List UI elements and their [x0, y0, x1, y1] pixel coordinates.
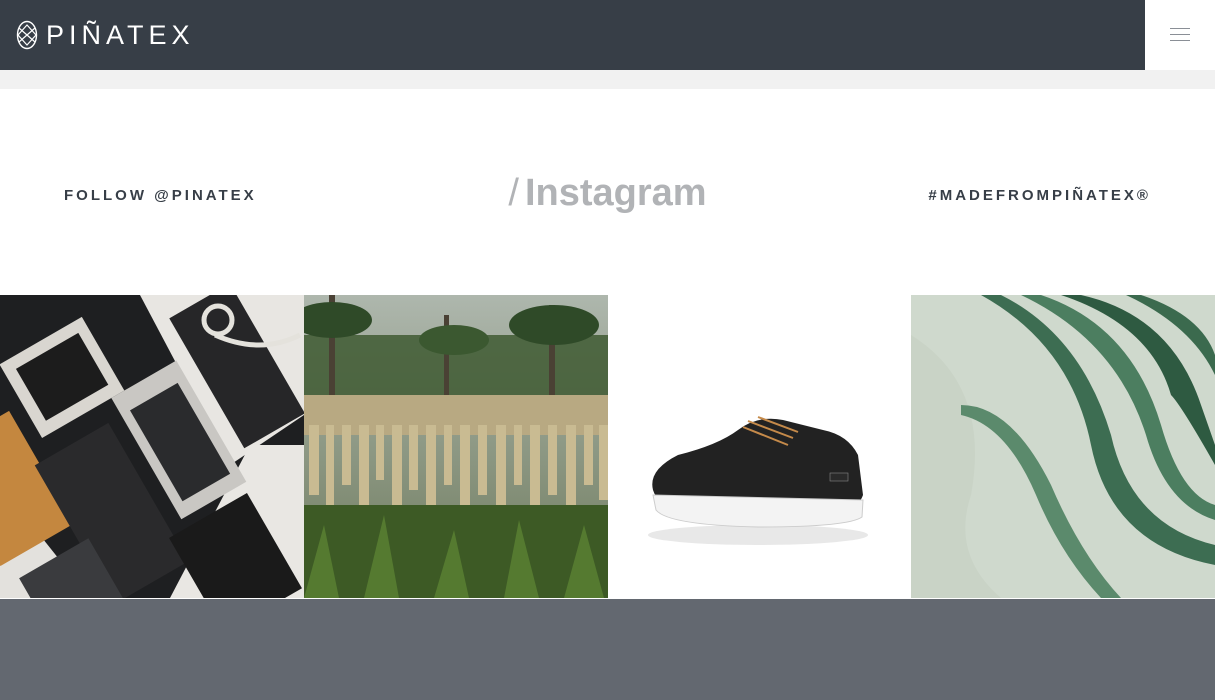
site-footer [0, 599, 1215, 700]
site-logo[interactable]: PIÑATEX [16, 19, 195, 51]
pineapple-leaves-image [911, 295, 1215, 598]
instagram-gallery [0, 295, 1215, 598]
site-header: PIÑATEX [0, 0, 1145, 70]
menu-button[interactable] [1145, 0, 1215, 70]
instagram-section: FOLLOW @PINATEX / Instagram #MADEFROMPIÑA… [0, 89, 1215, 295]
pineapple-logo-icon [16, 20, 38, 50]
logo-wordmark: PIÑATEX [46, 20, 195, 50]
instagram-post-3[interactable] [608, 295, 911, 598]
instagram-post-2[interactable] [304, 295, 608, 598]
hashtag-link[interactable]: #MADEFROMPIÑATEX® [928, 187, 1151, 204]
heading-slash: / [508, 172, 519, 214]
header-divider-strip [0, 70, 1215, 89]
instagram-post-1[interactable] [0, 295, 304, 598]
heading-text: Instagram [524, 172, 707, 214]
instagram-post-4[interactable] [911, 295, 1215, 598]
wallets-flatlay-image [0, 295, 304, 598]
sneaker-image [608, 295, 911, 598]
fibres-drying-image [304, 295, 608, 598]
